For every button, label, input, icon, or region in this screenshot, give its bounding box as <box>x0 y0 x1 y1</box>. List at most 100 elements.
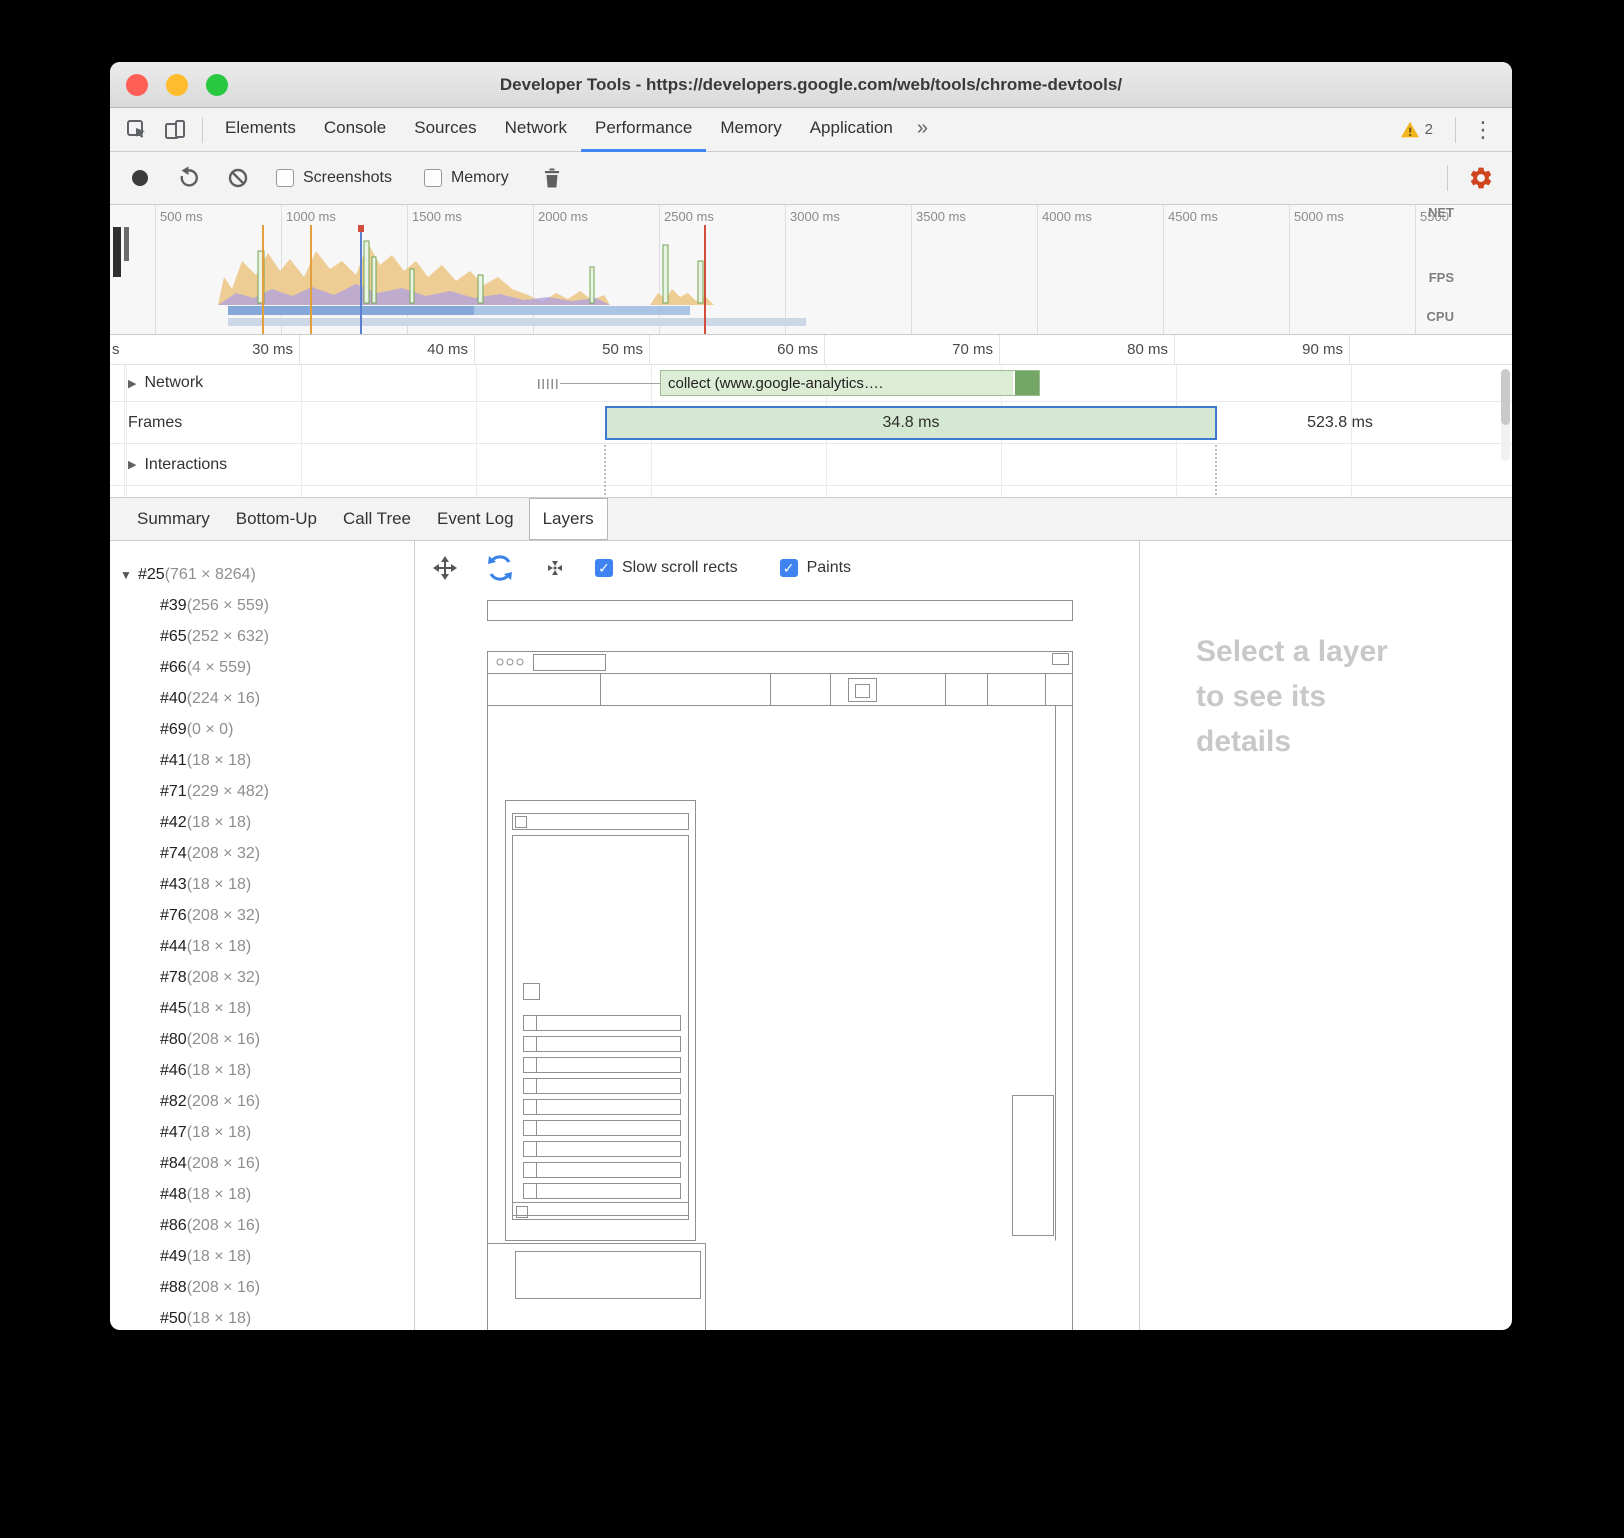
paints-toggle[interactable]: Paints <box>780 559 851 577</box>
layers-3d-view[interactable]: Slow scroll rects Paints <box>415 541 1139 1330</box>
clear-recording-icon[interactable] <box>226 166 250 190</box>
layer-tree-root[interactable]: ▼ #25 (761 × 8264) <box>110 559 414 590</box>
close-window-button[interactable] <box>126 74 148 96</box>
selected-frame-bar[interactable]: 34.8 ms <box>605 406 1217 440</box>
details-tab[interactable]: Summary <box>124 498 223 540</box>
panel-tab[interactable]: Network <box>491 108 581 152</box>
network-track-row[interactable]: ▶ Network collect (www.google-analytics…… <box>110 365 1512 402</box>
overview-lane-label: NET <box>1428 205 1454 220</box>
more-panels-chevron-icon[interactable]: » <box>907 117 938 140</box>
layer-id: #69 <box>160 721 187 739</box>
slow-scroll-rects-checkbox[interactable] <box>595 559 613 577</box>
network-request-bar[interactable]: collect (www.google-analytics…. <box>660 370 1040 396</box>
layer-details-placeholder: Select a layer to see its details <box>1196 629 1391 764</box>
expand-network-icon[interactable]: ▶ <box>128 377 136 390</box>
layer-tree-item[interactable]: #76 (208 × 32) <box>110 900 414 931</box>
interactions-track-header[interactable]: ▶ Interactions <box>110 456 227 474</box>
details-tab[interactable]: Event Log <box>424 498 527 540</box>
layer-tree-item[interactable]: #46 (18 × 18) <box>110 1055 414 1086</box>
layer-tree-item[interactable]: #48 (18 × 18) <box>110 1179 414 1210</box>
panel-tab[interactable]: Sources <box>400 108 490 152</box>
screenshots-checkbox[interactable] <box>276 169 294 187</box>
overview-ruler: 500 ms 1000 ms 1500 ms 2000 ms <box>155 209 1512 224</box>
network-track-header[interactable]: ▶ Network <box>110 374 203 392</box>
layer-id: #49 <box>160 1248 187 1266</box>
panel-tab-label: Sources <box>414 118 476 138</box>
frames-track-row[interactable]: Frames 34.8 ms 523.8 ms <box>110 402 1512 444</box>
rotate-mode-icon[interactable] <box>485 553 515 583</box>
layer-id: #25 <box>138 566 165 584</box>
overview-tick-label: 1000 ms <box>281 209 407 224</box>
details-tab[interactable]: Layers <box>529 498 608 540</box>
layer-tree-item[interactable]: #80 (208 × 16) <box>110 1024 414 1055</box>
layer-tree[interactable]: ▼ #25 (761 × 8264) #39 (256 × 559) #65 <box>110 541 415 1330</box>
layer-tree-item[interactable]: #71 (229 × 482) <box>110 776 414 807</box>
layer-tree-item[interactable]: #69 (0 × 0) <box>110 714 414 745</box>
paints-checkbox[interactable] <box>780 559 798 577</box>
details-tab-label: Summary <box>137 509 210 529</box>
layer-size: (252 × 632) <box>187 628 269 646</box>
layer-tree-item[interactable]: #88 (208 × 16) <box>110 1272 414 1303</box>
collapse-layer-icon[interactable]: ▼ <box>120 568 138 582</box>
reload-and-profile-icon[interactable] <box>176 166 200 190</box>
layer-tree-item[interactable]: #45 (18 × 18) <box>110 993 414 1024</box>
capture-settings-gear-icon[interactable] <box>1468 165 1494 191</box>
panel-tab[interactable]: Performance <box>581 108 706 152</box>
layer-tree-item[interactable]: #74 (208 × 32) <box>110 838 414 869</box>
layer-size: (0 × 0) <box>187 721 234 739</box>
layer-size: (761 × 8264) <box>165 566 256 584</box>
layer-tree-item[interactable]: #66 (4 × 559) <box>110 652 414 683</box>
details-tab-label: Bottom-Up <box>236 509 317 529</box>
scrollbar-thumb[interactable] <box>1501 369 1510 425</box>
layer-tree-item[interactable]: #43 (18 × 18) <box>110 869 414 900</box>
layer-size: (4 × 559) <box>187 659 251 677</box>
details-tab[interactable]: Call Tree <box>330 498 424 540</box>
layer-size: (18 × 18) <box>187 814 251 832</box>
layer-tree-item[interactable]: #82 (208 × 16) <box>110 1086 414 1117</box>
panel-tab-label: Console <box>324 118 386 138</box>
devtools-menu-icon[interactable]: ⋮ <box>1464 117 1502 143</box>
zoom-window-button[interactable] <box>206 74 228 96</box>
inspect-element-icon[interactable] <box>120 113 154 147</box>
panel-tab[interactable]: Memory <box>706 108 795 152</box>
layer-tree-item[interactable]: #40 (224 × 16) <box>110 683 414 714</box>
layer-tree-item[interactable]: #49 (18 × 18) <box>110 1241 414 1272</box>
reset-view-icon[interactable] <box>541 554 569 582</box>
layer-tree-item[interactable]: #84 (208 × 16) <box>110 1148 414 1179</box>
layers-wireframe-canvas[interactable] <box>415 595 1139 1330</box>
panel-tab[interactable]: Elements <box>211 108 310 152</box>
layer-tree-item[interactable]: #50 (18 × 18) <box>110 1303 414 1330</box>
layer-tree-item[interactable]: #42 (18 × 18) <box>110 807 414 838</box>
layer-tree-item[interactable]: #47 (18 × 18) <box>110 1117 414 1148</box>
frame-selection-guide-right <box>1215 445 1217 495</box>
minimize-window-button[interactable] <box>166 74 188 96</box>
interactions-track-row[interactable]: ▶ Interactions <box>110 444 1512 486</box>
memory-checkbox[interactable] <box>424 169 442 187</box>
device-toolbar-icon[interactable] <box>158 113 192 147</box>
layer-size: (208 × 16) <box>187 1031 260 1049</box>
panel-tab[interactable]: Application <box>796 108 907 152</box>
layer-tree-item[interactable]: #39 (256 × 559) <box>110 590 414 621</box>
timeline-overview[interactable]: 500 ms 1000 ms 1500 ms 2000 ms <box>110 205 1512 335</box>
tracks-scrollbar[interactable] <box>1501 369 1510 461</box>
screenshots-toggle[interactable]: Screenshots <box>276 169 392 187</box>
layer-id: #45 <box>160 1000 187 1018</box>
layer-tree-item[interactable]: #78 (208 × 32) <box>110 962 414 993</box>
trash-icon[interactable] <box>541 166 563 190</box>
details-tab[interactable]: Bottom-Up <box>223 498 330 540</box>
console-warning-badge[interactable]: 2 <box>1400 121 1433 139</box>
expand-interactions-icon[interactable]: ▶ <box>128 458 136 471</box>
ruler-tick-label: 90 ms <box>1175 335 1350 364</box>
panel-tab[interactable]: Console <box>310 108 400 152</box>
layer-id: #50 <box>160 1310 187 1328</box>
layer-tree-item[interactable]: #86 (208 × 16) <box>110 1210 414 1241</box>
slow-scroll-rects-toggle[interactable]: Slow scroll rects <box>595 559 738 577</box>
memory-toggle[interactable]: Memory <box>424 169 509 187</box>
ruler-tick-label: 50 ms <box>475 335 650 364</box>
pan-mode-icon[interactable] <box>431 554 459 582</box>
layer-tree-item[interactable]: #44 (18 × 18) <box>110 931 414 962</box>
layer-tree-item[interactable]: #41 (18 × 18) <box>110 745 414 776</box>
layer-tree-item[interactable]: #65 (252 × 632) <box>110 621 414 652</box>
timeline-ruler[interactable]: s 30 ms 40 ms 50 ms 60 ms <box>110 335 1512 365</box>
record-button[interactable] <box>132 170 148 186</box>
